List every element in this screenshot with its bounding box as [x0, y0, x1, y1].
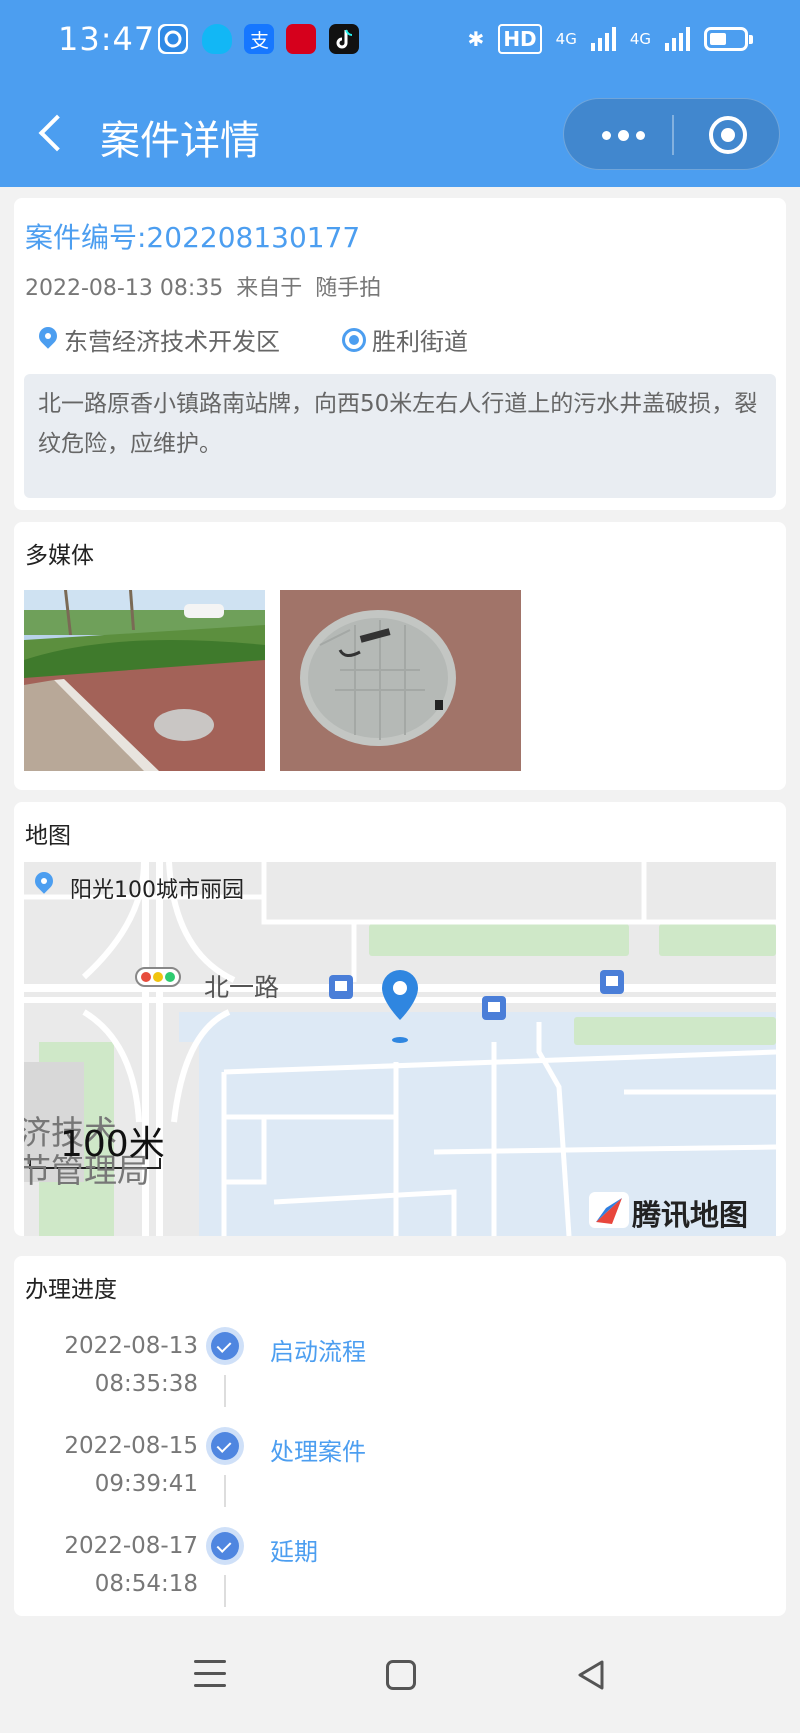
- check-icon: [206, 1327, 244, 1365]
- case-datetime: 2022-08-13 08:35: [25, 276, 224, 301]
- case-description: 北一路原香小镇路南站牌，向西50米左右人行道上的污水井盖破损，裂纹危险，应维护。: [24, 374, 776, 498]
- step-1-label: 启动流程: [270, 1338, 366, 1366]
- xuexi-app-icon: [286, 24, 316, 54]
- douyin-app-icon: [329, 24, 359, 54]
- more-icon[interactable]: [594, 121, 652, 149]
- step-2-label: 处理案件: [270, 1438, 366, 1466]
- nav-bar: 案件详情: [0, 90, 800, 180]
- close-target-icon[interactable]: [709, 116, 747, 154]
- signal-icon: [590, 27, 616, 51]
- alipay-app-icon: 支: [244, 24, 274, 54]
- home-icon[interactable]: [386, 1660, 416, 1690]
- signal-icon-2: [665, 27, 690, 51]
- media-photo-2[interactable]: [280, 590, 521, 771]
- camera-app-icon: [158, 24, 188, 54]
- map-road-label: 北一路: [204, 973, 280, 1002]
- map-place-pin-icon: [34, 872, 54, 898]
- case-meta: 2022-08-13 08:35 来自于 随手拍: [25, 270, 387, 302]
- hd-badge: HD: [498, 24, 542, 54]
- back-chevron-icon[interactable]: [34, 112, 74, 158]
- app-header: 13:47 支 ✱ HD 4G 4G 案件详情: [0, 0, 800, 187]
- step-2-date: 2022-08-15: [64, 1433, 198, 1459]
- step-2-time: 09:39:41: [94, 1471, 198, 1497]
- map-place-label: 阳光100城市丽园: [70, 878, 244, 903]
- media-title: 多媒体: [25, 543, 94, 569]
- miniapp-capsule: [563, 98, 780, 170]
- case-source: 随手拍: [315, 276, 382, 301]
- street-label: 胜利街道: [372, 328, 468, 356]
- step-1-time: 08:35:38: [94, 1371, 198, 1397]
- map-scale-label: 100米: [60, 1124, 165, 1165]
- step-3-time: 08:54:18: [94, 1571, 198, 1597]
- progress-title: 办理进度: [25, 1277, 117, 1303]
- qq-app-icon: [202, 24, 232, 54]
- timeline-connector: [224, 1475, 226, 1507]
- status-indicators: ✱ HD 4G 4G: [467, 22, 753, 56]
- district-tag: 东营经济技术开发区: [38, 322, 280, 357]
- step-3-label: 延期: [270, 1538, 318, 1566]
- recent-apps-icon[interactable]: [194, 1660, 226, 1690]
- media-card: 多媒体: [14, 522, 786, 790]
- map-title: 地图: [25, 823, 71, 849]
- progress-card: 办理进度 2022-08-13 08:35:38 启动流程 2022-08-15…: [14, 1256, 786, 1616]
- capsule-divider: [672, 115, 674, 155]
- map-brand-label: 腾讯地图: [632, 1198, 749, 1232]
- case-number: 案件编号:202208130177: [25, 221, 361, 254]
- check-icon: [206, 1427, 244, 1465]
- map-card: 地图 阳光100城市丽园 北一路 济技术 节管理局 100米 腾讯地图: [14, 802, 786, 1236]
- status-time: 13:47: [58, 20, 156, 58]
- timeline-connector: [224, 1575, 226, 1607]
- bluetooth-icon: ✱: [467, 27, 485, 51]
- svg-text:支: 支: [250, 30, 269, 52]
- step-3-date: 2022-08-17: [64, 1533, 198, 1559]
- page-title: 案件详情: [100, 118, 260, 164]
- step-1-date: 2022-08-13: [64, 1333, 198, 1359]
- locate-icon: [342, 327, 366, 352]
- battery-icon: [704, 27, 753, 51]
- timeline-connector: [224, 1375, 226, 1407]
- system-back-icon[interactable]: [574, 1658, 608, 1692]
- street-tag: 胜利街道: [342, 322, 468, 357]
- media-photo-1[interactable]: [24, 590, 265, 771]
- system-nav-bar: [0, 1616, 800, 1733]
- location-pin-icon: [38, 327, 58, 353]
- district-label: 东营经济技术开发区: [64, 328, 280, 356]
- network-type-2: 4G: [629, 30, 651, 48]
- map-view[interactable]: 阳光100城市丽园 北一路 济技术 节管理局 100米 腾讯地图: [24, 862, 776, 1236]
- status-bar: 13:47 支 ✱ HD 4G 4G: [0, 0, 800, 80]
- case-source-prefix: 来自于: [236, 276, 303, 301]
- check-icon: [206, 1527, 244, 1565]
- case-info-card: 案件编号:202208130177 2022-08-13 08:35 来自于 随…: [14, 198, 786, 510]
- network-type-1: 4G: [555, 30, 577, 48]
